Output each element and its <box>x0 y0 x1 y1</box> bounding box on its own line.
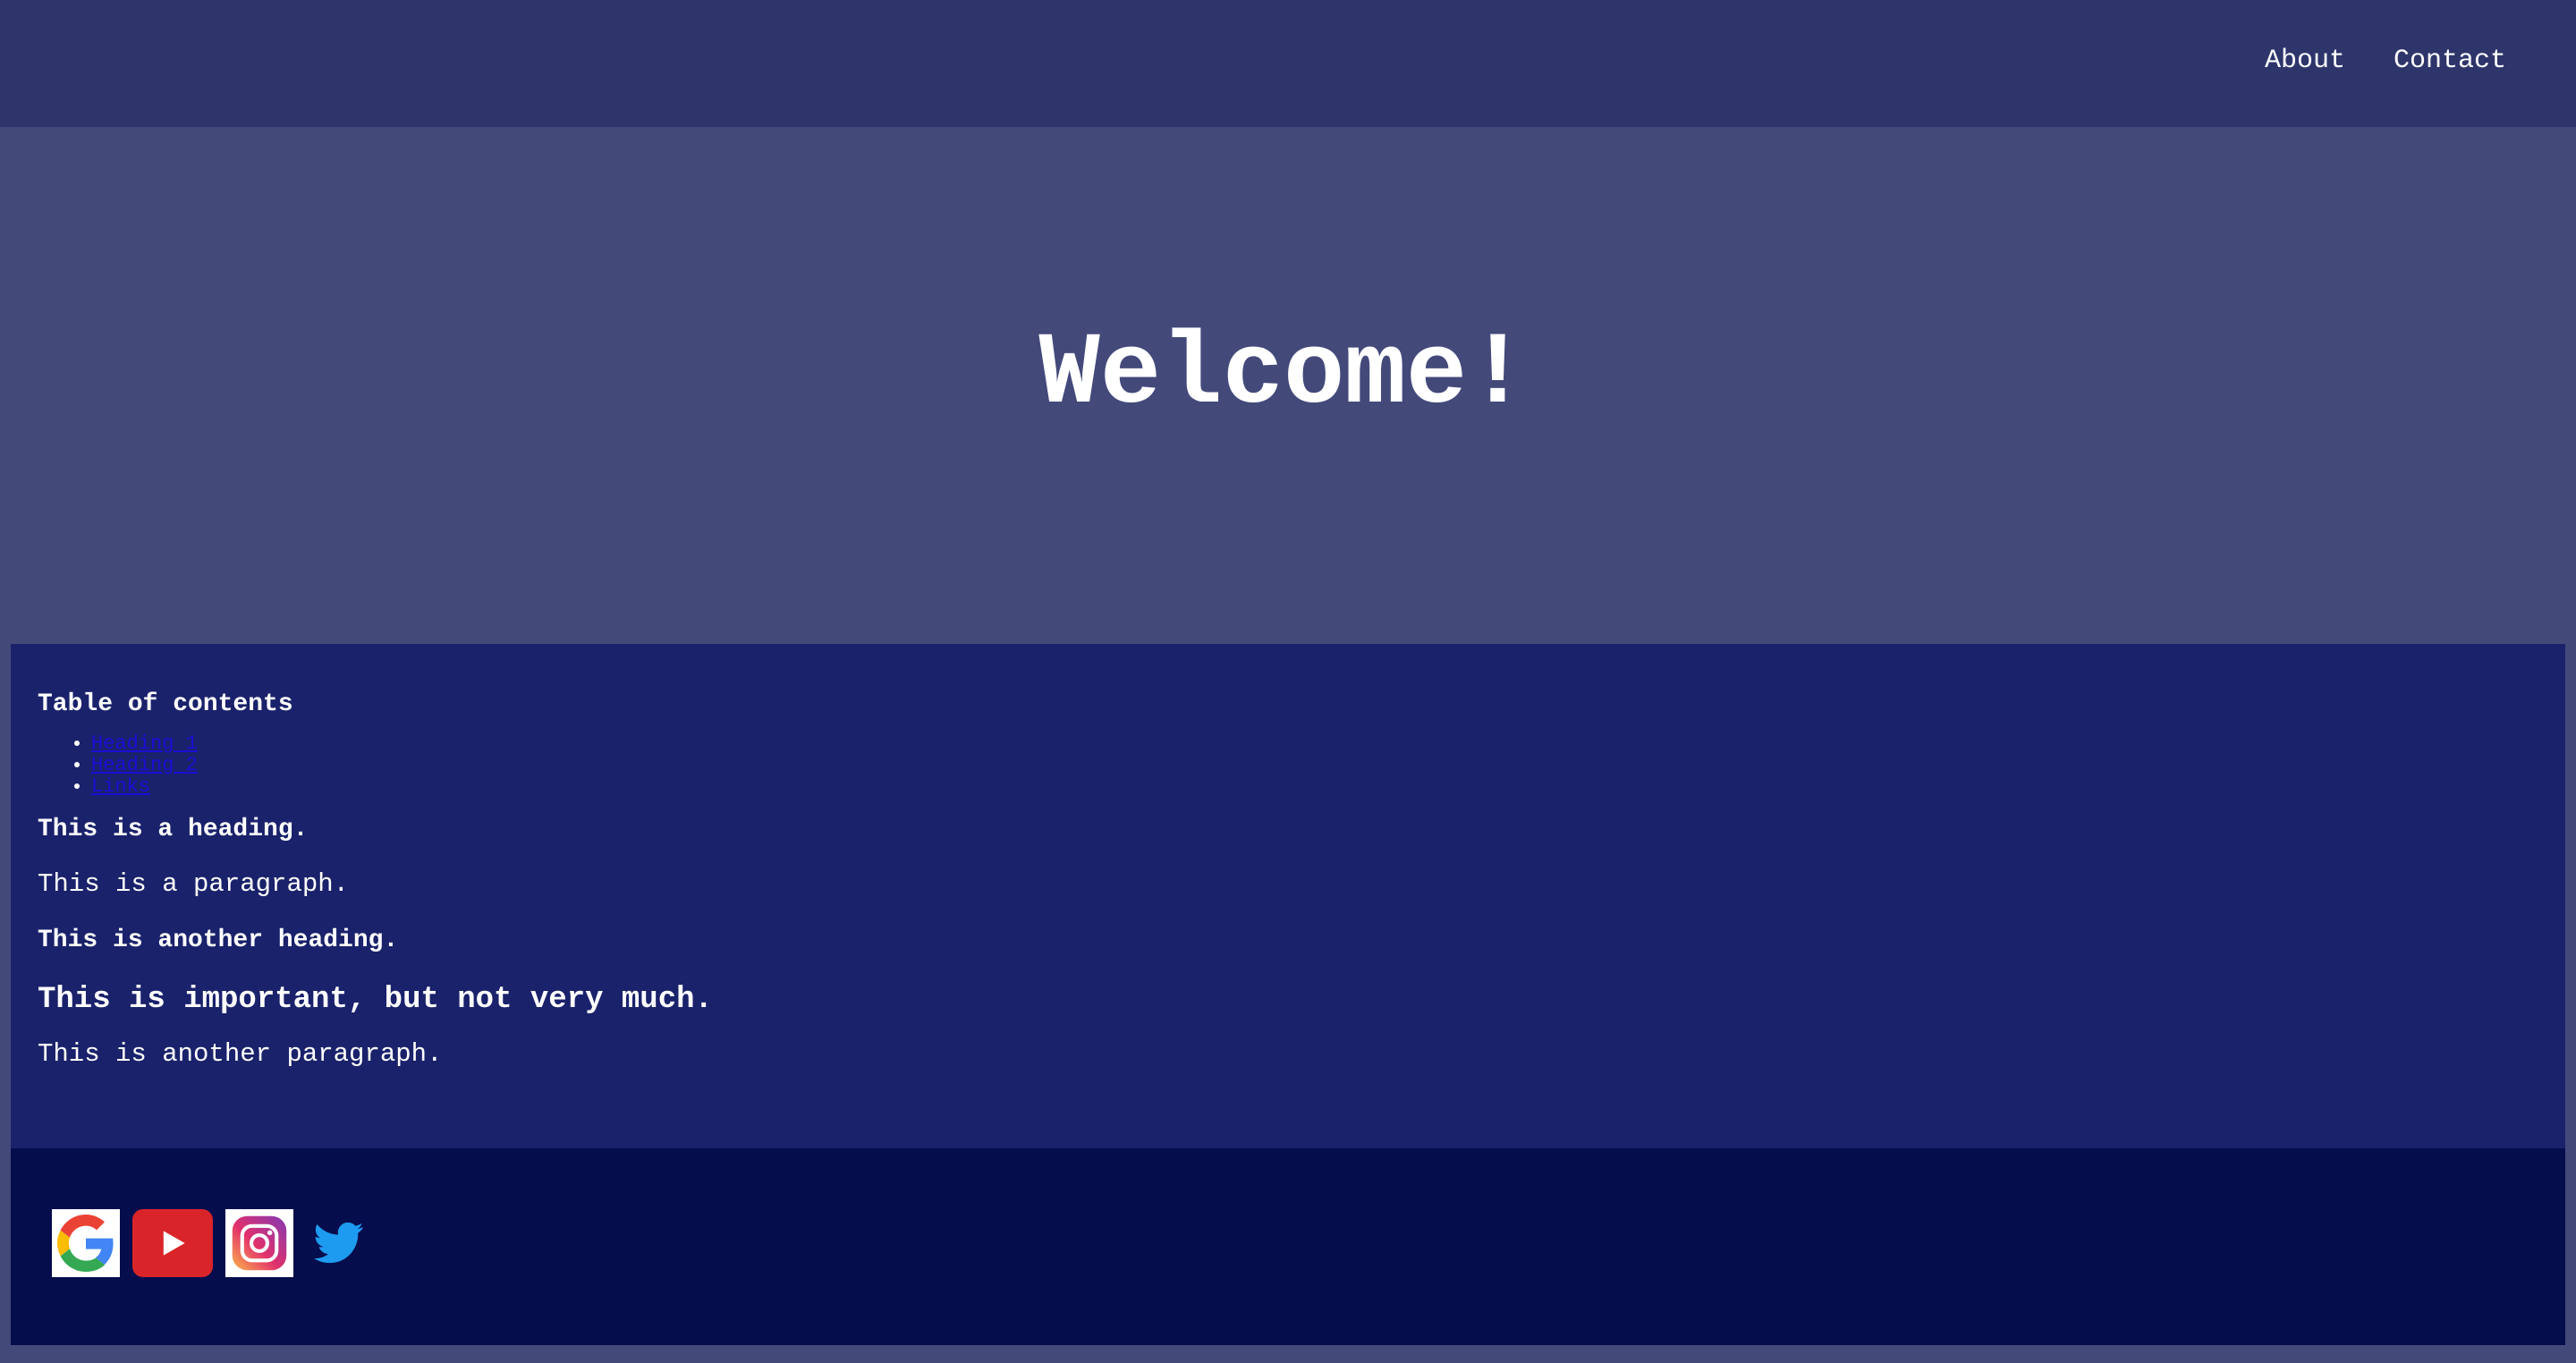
paragraph-2: This is another paragraph. <box>38 1039 443 1069</box>
content-body: Table of contents Heading 1 Heading 2 Li… <box>38 690 2524 1070</box>
youtube-icon[interactable] <box>132 1209 213 1277</box>
important-text: This is important, but not very much. <box>38 983 713 1017</box>
toc-link-heading-1[interactable]: Heading 1 <box>91 732 198 755</box>
section-heading-1: This is a heading. <box>38 816 309 843</box>
nav-link-contact[interactable]: Contact <box>2394 43 2506 79</box>
section-heading-2: This is another heading. <box>38 927 399 954</box>
main-content: Table of contents Heading 1 Heading 2 Li… <box>11 644 2565 1148</box>
instagram-icon[interactable] <box>225 1209 293 1277</box>
top-navigation-bar: About Contact <box>0 0 2576 127</box>
toc-link-heading-2[interactable]: Heading 2 <box>91 754 198 776</box>
footer <box>11 1148 2565 1345</box>
google-icon[interactable] <box>52 1209 120 1277</box>
main-nav: About Contact <box>2265 43 2506 79</box>
toc-title: Table of contents <box>38 690 293 718</box>
nav-link-about[interactable]: About <box>2265 43 2345 79</box>
social-links <box>52 1209 367 1277</box>
list-item: Heading 2 <box>91 755 2524 776</box>
toc-link-links[interactable]: Links <box>91 775 150 798</box>
twitter-icon[interactable] <box>311 1209 367 1277</box>
list-item: Links <box>91 776 2524 798</box>
hero-banner: Welcome! <box>0 127 2576 644</box>
table-of-contents: Heading 1 Heading 2 Links <box>38 733 2524 798</box>
paragraph-1: This is a paragraph. <box>38 869 350 899</box>
list-item: Heading 1 <box>91 733 2524 755</box>
hero-title: Welcome! <box>1038 317 1529 433</box>
